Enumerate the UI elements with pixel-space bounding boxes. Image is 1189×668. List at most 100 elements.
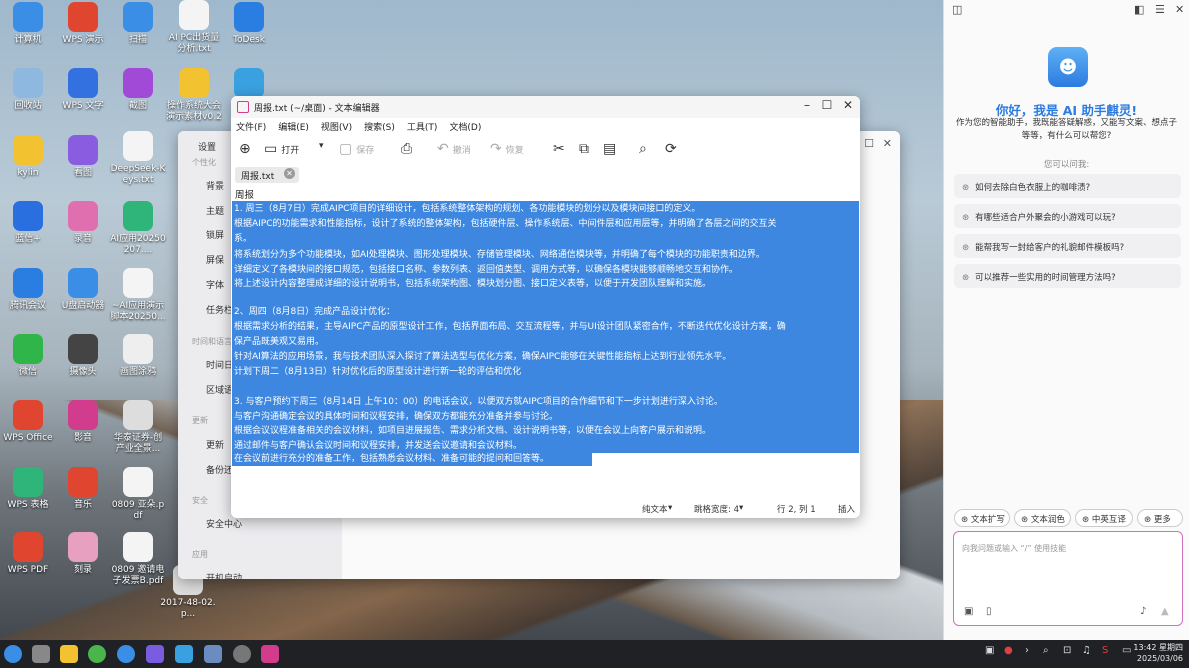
redo-button[interactable]: ↷ 恢复: [490, 141, 524, 157]
start-menu-icon[interactable]: [4, 645, 22, 663]
maximize-icon[interactable]: ☐: [864, 137, 874, 150]
menu-view[interactable]: 视图(V): [321, 120, 352, 136]
browser-alt-icon[interactable]: [117, 645, 135, 663]
file-manager-icon[interactable]: [60, 645, 78, 663]
desktop-icon[interactable]: WPS 文字: [55, 68, 111, 112]
chevron-right-icon[interactable]: ›: [1025, 645, 1029, 656]
settings-item-update[interactable]: 更新: [206, 438, 224, 451]
maximize-icon[interactable]: ☐: [819, 98, 835, 112]
image-icon[interactable]: ▣: [964, 606, 973, 617]
desktop-icon[interactable]: 截图: [110, 68, 166, 112]
menu-edit[interactable]: 编辑(E): [278, 120, 309, 136]
desktop-icon[interactable]: 摄像头: [55, 334, 111, 378]
multitask-icon[interactable]: [32, 645, 50, 663]
settings-item-theme[interactable]: 主题: [206, 204, 224, 217]
settings-item-font[interactable]: 字体: [206, 278, 224, 291]
suggestion-item[interactable]: ⊛ 有哪些适合户外聚会的小游戏可以玩?: [954, 204, 1181, 228]
desktop-icon[interactable]: 音乐: [55, 467, 111, 511]
paste-icon[interactable]: ▤: [603, 141, 616, 157]
menu-search[interactable]: 搜索(S): [364, 120, 395, 136]
desktop-icon[interactable]: 扫描: [110, 2, 166, 46]
desktop-icon[interactable]: DeepSeek-Keys.txt: [110, 131, 166, 186]
send-icon[interactable]: ▲: [1161, 606, 1169, 617]
settings-item-screensaver[interactable]: 屏保: [206, 253, 224, 266]
search-icon[interactable]: ⌕: [1043, 645, 1049, 656]
menu-icon[interactable]: ☰: [1155, 3, 1165, 16]
menu-tools[interactable]: 工具(T): [407, 120, 438, 136]
chip-text-expand[interactable]: ⊛ 文本扩写: [954, 509, 1010, 527]
desktop-icon[interactable]: WPS 演示: [55, 2, 111, 46]
suggestion-item[interactable]: ⊛ 如何去除白色衣服上的咖啡渍?: [954, 174, 1181, 198]
title-bar[interactable]: 周报.txt (~/桌面) - 文本编辑器 – ☐ ✕: [231, 96, 860, 118]
desktop-icon[interactable]: AI应用20250207....: [110, 201, 166, 256]
suggestion-item[interactable]: ⊛ 能帮我写一封给客户的礼貌邮件模板吗?: [954, 234, 1181, 258]
notification-icon[interactable]: ▭: [1122, 645, 1131, 656]
close-icon[interactable]: ✕: [840, 98, 856, 112]
close-tab-icon[interactable]: ✕: [284, 168, 295, 179]
clock[interactable]: 13:42 星期四 2025/03/06: [1133, 642, 1183, 664]
desktop-icon[interactable]: AI PC出货量分析.txt: [166, 0, 222, 55]
cut-icon[interactable]: ✂: [553, 141, 565, 157]
app-icon[interactable]: [175, 645, 193, 663]
desktop-icon[interactable]: 刻录: [55, 532, 111, 576]
desktop-icon[interactable]: 0809 邀请电子发票B.pdf: [110, 532, 166, 587]
open-button[interactable]: ▭ 打开: [264, 141, 299, 157]
search-icon[interactable]: ⌕: [639, 141, 647, 157]
minimize-icon[interactable]: –: [799, 98, 815, 112]
monitor-icon[interactable]: [204, 645, 222, 663]
volume-icon[interactable]: ♫: [1082, 645, 1091, 656]
settings-item-background[interactable]: 背景: [206, 179, 224, 192]
app-icon[interactable]: [146, 645, 164, 663]
desktop-icon[interactable]: 蓝信+: [0, 201, 56, 245]
desktop-icon[interactable]: 回收站: [0, 68, 56, 112]
menu-document[interactable]: 文档(D): [449, 120, 481, 136]
sidebar-toggle-icon[interactable]: ◫: [952, 3, 962, 16]
insert-mode[interactable]: 插入: [838, 503, 855, 515]
settings-item-taskbar[interactable]: 任务栏: [206, 303, 233, 316]
replace-icon[interactable]: ⟳: [665, 141, 677, 157]
desktop-icon[interactable]: 华泰证券-创产业全景...: [110, 400, 166, 455]
new-document-icon[interactable]: ⊕: [239, 141, 251, 157]
desktop-icon[interactable]: ~AI应用演示脚本20250...: [110, 268, 166, 323]
desktop-icon[interactable]: 0809 亚朵.pdf: [110, 467, 166, 522]
network-icon[interactable]: ⊡: [1063, 645, 1071, 656]
chip-text-polish[interactable]: ⊛ 文本润色: [1014, 509, 1071, 527]
browser-icon[interactable]: [88, 645, 106, 663]
open-dropdown-icon[interactable]: ▾: [319, 141, 324, 151]
ai-input-box[interactable]: 向我问题或输入 “/” 使用技能 ▣ ▯ ♪ ▲: [953, 531, 1183, 626]
ai-tray-icon[interactable]: ▣: [985, 645, 994, 656]
save-button[interactable]: ▢ 保存: [339, 141, 374, 157]
desktop-icon[interactable]: WPS 表格: [0, 467, 56, 511]
print-icon[interactable]: ⎙: [401, 141, 412, 157]
text-editor-taskbar-icon[interactable]: [261, 645, 279, 663]
chip-translate[interactable]: ⊛ 中英互译: [1075, 509, 1133, 527]
copy-icon[interactable]: ⧉: [579, 141, 589, 157]
chip-more[interactable]: ⊛ 更多: [1137, 509, 1183, 527]
desktop-icon[interactable]: 录音: [55, 201, 111, 245]
suggestion-item[interactable]: ⊛ 可以推荐一些实用的时间管理方法吗?: [954, 264, 1181, 288]
file-icon[interactable]: ▯: [986, 606, 992, 617]
tab-width-selector[interactable]: 跳格宽度: 4: [694, 503, 739, 515]
desktop-icon[interactable]: 看图: [55, 135, 111, 179]
desktop-icon[interactable]: 计算机: [0, 2, 56, 46]
document-title-line[interactable]: 周报: [235, 187, 254, 201]
desktop-icon[interactable]: kylin: [0, 135, 56, 179]
input-method-icon[interactable]: S: [1102, 645, 1108, 656]
close-icon[interactable]: ✕: [1175, 3, 1184, 16]
settings-taskbar-icon[interactable]: [233, 645, 251, 663]
desktop-icon[interactable]: 微信: [0, 334, 56, 378]
menu-file[interactable]: 文件(F): [236, 120, 266, 136]
desktop-icon[interactable]: 影音: [55, 400, 111, 444]
settings-item-startup[interactable]: 开机启动: [206, 571, 242, 579]
microphone-icon[interactable]: ♪: [1140, 606, 1146, 617]
desktop-icon[interactable]: 画图涂鸦: [110, 334, 166, 378]
close-icon[interactable]: ✕: [883, 137, 892, 150]
desktop-icon[interactable]: 腾讯会议: [0, 268, 56, 312]
desktop-icon[interactable]: WPS Office: [0, 400, 56, 444]
format-selector[interactable]: 纯文本: [642, 503, 668, 515]
layout-icon[interactable]: ◧: [1134, 3, 1144, 16]
desktop-icon[interactable]: 操作系统大会演示素材v0.2: [166, 68, 222, 123]
desktop-icon[interactable]: WPS PDF: [0, 532, 56, 576]
desktop-icon[interactable]: U盘启动器: [55, 268, 111, 312]
settings-item-security[interactable]: 安全中心: [206, 517, 242, 530]
